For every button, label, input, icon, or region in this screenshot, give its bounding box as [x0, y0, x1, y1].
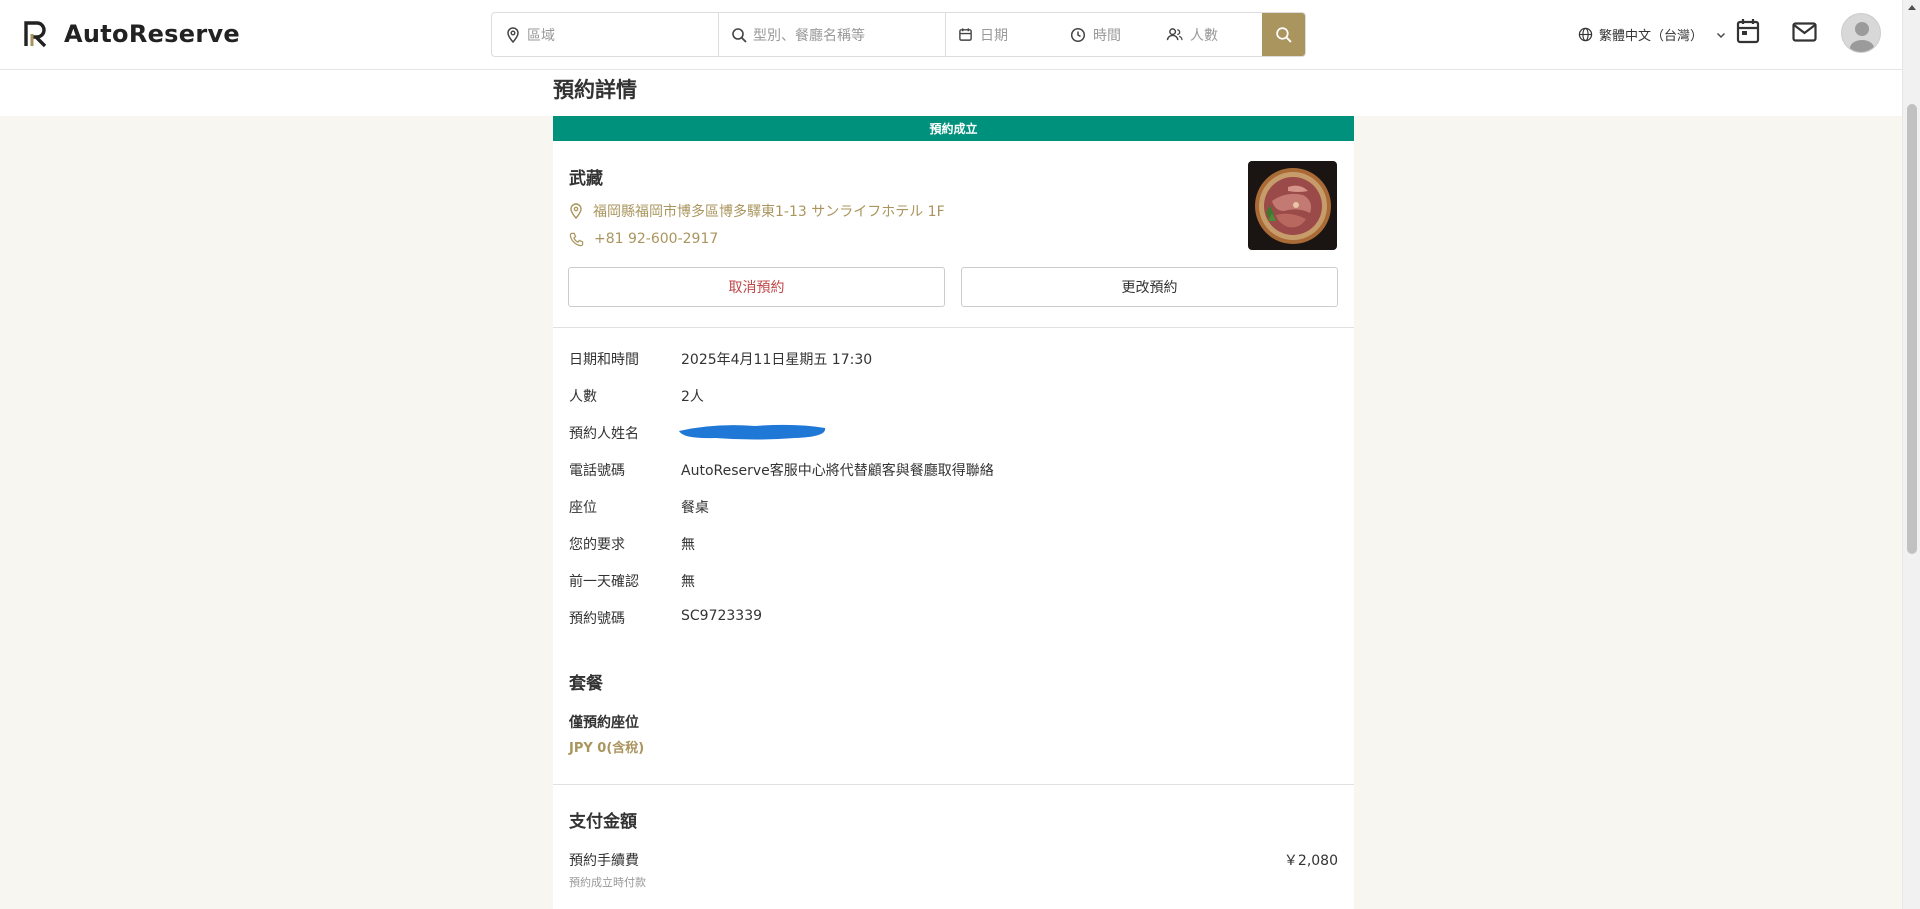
restaurant-address[interactable]: 福岡縣福岡市博多區博多驛東1-13 サンライフホテル 1F [569, 201, 945, 221]
phone-text: +81 92-600-2917 [594, 231, 719, 247]
calendar-icon [959, 28, 972, 41]
globe-icon [1578, 27, 1593, 42]
search-bar: 區域 型別、餐廳名稱等 日期 時間 人數 [491, 12, 1306, 57]
reservation-fee-amount: ￥2,080 [1283, 853, 1338, 869]
calendar-icon [1736, 19, 1760, 44]
plan-price: JPY 0(含稅) [569, 741, 645, 756]
language-label: 繁體中文（台灣） [1599, 29, 1704, 44]
reservation-status-banner: 預約成立 [553, 116, 1354, 141]
clock-icon [1070, 27, 1086, 42]
redaction-mark [679, 424, 826, 440]
phone-icon [569, 232, 584, 246]
people-field[interactable]: 人數 [1166, 25, 1218, 45]
language-selector[interactable]: 繁體中文（台灣） [1578, 25, 1727, 44]
reservations-calendar-button[interactable] [1736, 18, 1760, 48]
detail-value-datetime: 2025年4月11日星期五 17:30 [681, 352, 873, 368]
area-placeholder: 區域 [527, 27, 555, 44]
user-avatar[interactable] [1841, 13, 1881, 53]
detail-value-seat: 餐桌 [681, 500, 709, 516]
location-pin-icon [570, 203, 582, 219]
logo-mark-icon [24, 21, 47, 48]
people-placeholder: 人數 [1190, 27, 1218, 44]
detail-label-day-before-confirm: 前一天確認 [569, 574, 639, 590]
section-divider [553, 327, 1354, 328]
payment-section-title: 支付金額 [569, 812, 637, 832]
scroll-up-arrow-icon[interactable] [1908, 5, 1916, 10]
search-button[interactable] [1262, 13, 1305, 56]
chevron-down-icon [1717, 32, 1726, 38]
page-scrollbar[interactable] [1902, 0, 1920, 909]
page-title: 預約詳情 [553, 78, 637, 102]
reservation-fee-note: 預約成立時付款 [569, 876, 646, 889]
search-icon [732, 27, 747, 43]
brand-name: AutoReserve [64, 20, 240, 48]
detail-value-day-before-confirm: 無 [681, 574, 695, 590]
detail-value-reservation-number: SC9723339 [681, 608, 763, 624]
mail-icon [1792, 22, 1817, 42]
search-icon [1276, 27, 1292, 43]
genre-placeholder: 型別、餐廳名稱等 [753, 27, 865, 44]
address-text: 福岡縣福岡市博多區博多驛東1-13 サンライフホテル 1F [593, 204, 945, 220]
detail-label-phone: 電話號碼 [569, 463, 625, 479]
area-search-field[interactable]: 區域 [492, 13, 719, 56]
detail-value-requests: 無 [681, 537, 695, 553]
time-placeholder: 時間 [1093, 27, 1121, 44]
date-time-people-fields: 日期 時間 人數 [946, 13, 1262, 56]
location-pin-icon [507, 26, 519, 43]
detail-label-guest-name: 預約人姓名 [569, 426, 639, 442]
genre-search-field[interactable]: 型別、餐廳名稱等 [719, 13, 946, 56]
date-placeholder: 日期 [980, 27, 1008, 44]
plan-section-title: 套餐 [569, 674, 603, 694]
detail-value-party-size: 2人 [681, 389, 704, 405]
detail-label-seat: 座位 [569, 500, 597, 516]
plan-name: 僅預約座位 [569, 715, 639, 731]
change-reservation-button[interactable]: 更改預約 [961, 267, 1338, 307]
time-field[interactable]: 時間 [1070, 25, 1160, 45]
title-band [0, 71, 1902, 116]
top-header: AutoReserve 區域 型別、餐廳名稱等 日期 時間 人數 繁體中文（台灣… [0, 0, 1902, 70]
food-photo-image [1248, 161, 1337, 250]
restaurant-phone[interactable]: +81 92-600-2917 [569, 231, 718, 247]
reservation-fee-label: 預約手續費 [569, 853, 639, 869]
detail-value-phone: AutoReserve客服中心將代替顧客與餐廳取得聯絡 [681, 463, 994, 479]
user-icon [1850, 22, 1874, 52]
detail-label-datetime: 日期和時間 [569, 352, 639, 368]
section-divider [553, 784, 1354, 785]
cancel-reservation-button[interactable]: 取消預約 [568, 267, 945, 307]
people-icon [1166, 28, 1183, 41]
scrollbar-thumb[interactable] [1907, 104, 1917, 554]
brand-logo[interactable]: AutoReserve [23, 19, 240, 49]
restaurant-photo [1248, 161, 1337, 250]
detail-label-reservation-number: 預約號碼 [569, 611, 625, 627]
detail-label-party-size: 人數 [569, 389, 597, 405]
messages-button[interactable] [1792, 22, 1817, 46]
date-field[interactable]: 日期 [958, 25, 1064, 45]
restaurant-name[interactable]: 武藏 [569, 164, 603, 189]
detail-label-requests: 您的要求 [569, 537, 625, 553]
